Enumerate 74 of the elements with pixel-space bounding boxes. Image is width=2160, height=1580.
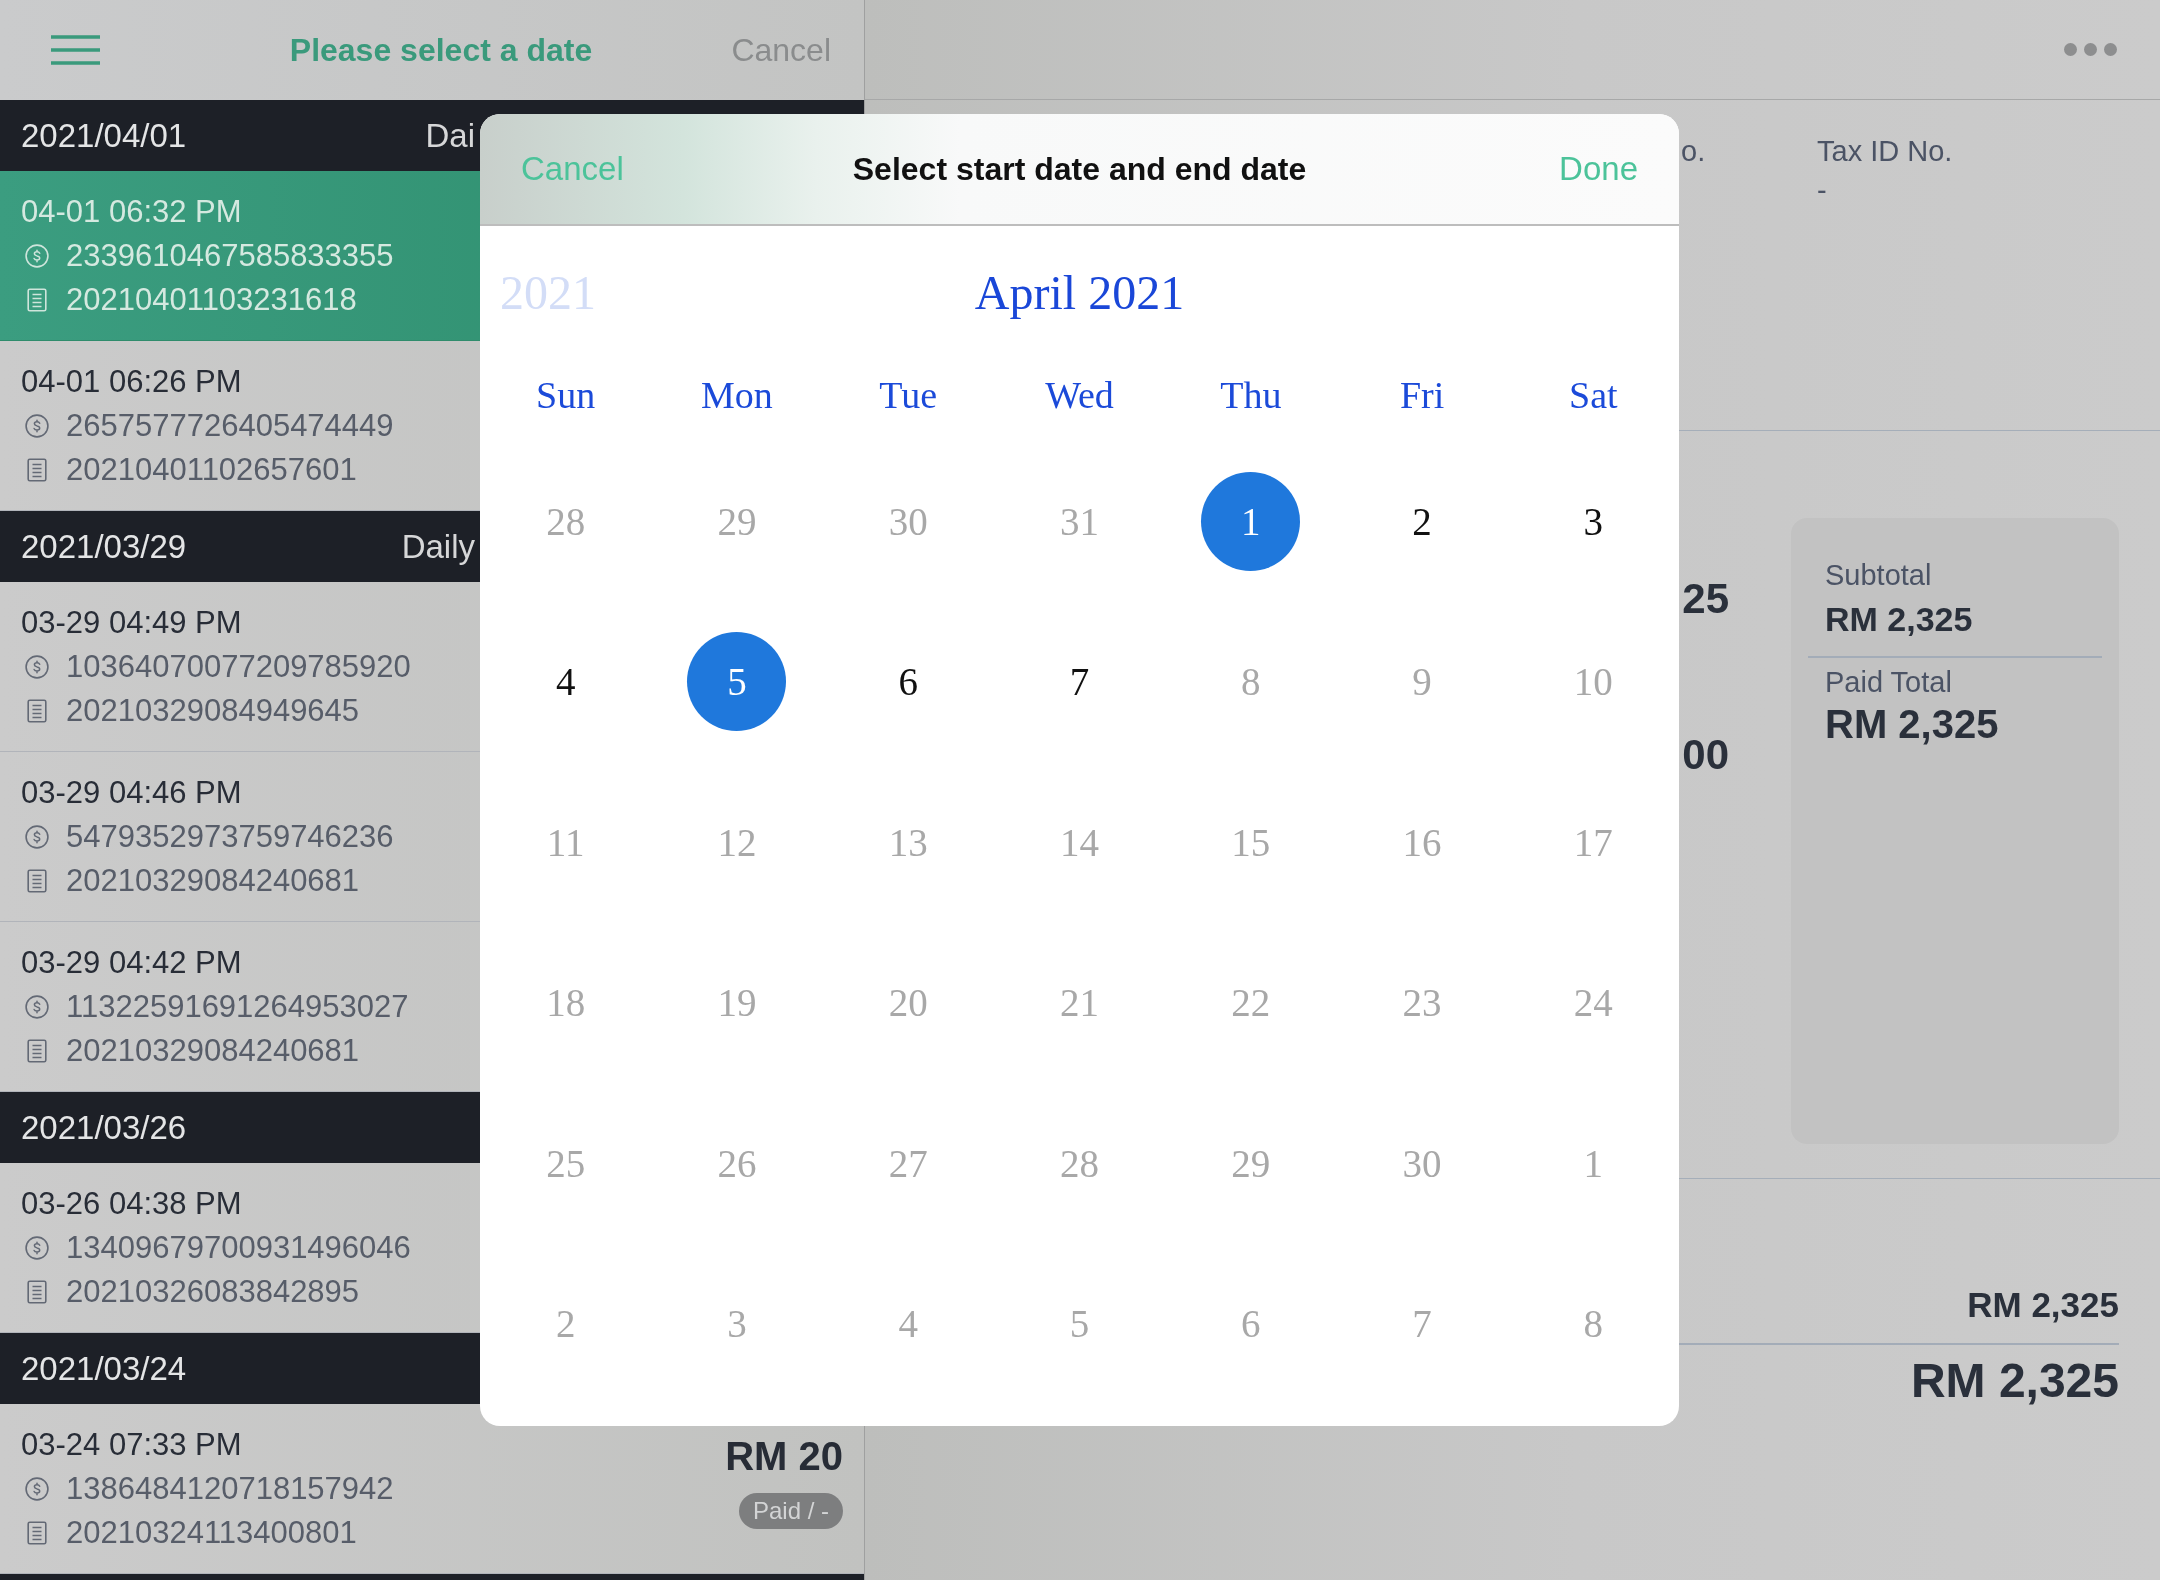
order-number: 20210401103231618 (66, 282, 357, 318)
field-label: o. (1681, 134, 1707, 169)
weekday-label: Thu (1220, 373, 1282, 417)
section-date: 2021/03/26 (21, 1108, 187, 1147)
dollar-circle-icon (24, 655, 49, 679)
subtotal-label: Subtotal (1825, 558, 1933, 593)
grand-total: RM 2,325 (1910, 1353, 2119, 1409)
transaction-time: 03-29 04:49 PM (21, 605, 242, 641)
more-icon[interactable] (2064, 43, 2117, 56)
calendar-day[interactable]: 1 (1201, 471, 1301, 571)
dollar-circle-icon (24, 414, 49, 438)
payment-id: 11322591691264953027 (66, 989, 409, 1025)
weekday-label: Wed (1045, 373, 1114, 417)
order-number: 20210329084949645 (66, 693, 360, 729)
document-icon (26, 458, 47, 482)
payment-id: 13409679700931496046 (66, 1230, 411, 1266)
order-number: 20210324113400801 (66, 1515, 357, 1551)
amount-text: 25 (1682, 574, 1729, 624)
weekday-label: Sat (1569, 373, 1618, 417)
subtotal-value: RM 2,325 (1825, 599, 1974, 640)
paid-total-value: RM 2,325 (1825, 701, 2000, 748)
weekday-label: Sun (536, 373, 596, 417)
section-label: Dai (425, 116, 475, 155)
transaction-time: 03-29 04:46 PM (21, 775, 242, 811)
order-number: 20210329084240681 (66, 863, 360, 899)
calendar-day[interactable]: 7 (1030, 632, 1129, 732)
transaction-time: 04-01 06:32 PM (21, 194, 242, 230)
document-icon (26, 1521, 47, 1545)
payment-id: 2339610467585833355 (66, 238, 394, 274)
calendar-day[interactable]: 2 (1372, 471, 1472, 571)
transaction-time: 04-01 06:26 PM (21, 364, 242, 400)
dollar-circle-icon (24, 1236, 49, 1260)
document-icon (26, 699, 47, 723)
total-amount: RM 2,325 (1967, 1284, 2119, 1326)
calendar-day[interactable]: 5 (687, 632, 787, 732)
transaction-time: 03-29 04:42 PM (21, 945, 242, 981)
weekday-label: Fri (1399, 373, 1445, 417)
section-date: 2021/03/29 (21, 527, 187, 566)
weekday-label: Tue (879, 373, 938, 417)
order-number: 20210326083842895 (66, 1274, 360, 1310)
transaction-row[interactable]: 03-24 07:33 PM 1386484120718157942 20210324113400801 RM 20 Paid / - (0, 1404, 864, 1574)
document-icon (26, 1039, 47, 1063)
order-number: 20210329084240681 (66, 1033, 360, 1069)
done-button[interactable]: Done (1559, 150, 1638, 188)
section-date: 2021/04/01 (21, 116, 187, 155)
header-title: Please select a date (289, 31, 593, 69)
transaction-time: 03-26 04:38 PM (21, 1186, 242, 1222)
month-title: April 2021 (974, 264, 1185, 320)
menu-icon[interactable] (51, 35, 100, 65)
calendar-day[interactable]: 4 (516, 632, 616, 732)
paid-total-label: Paid Total (1825, 665, 1953, 700)
amount-text: 00 (1682, 730, 1729, 780)
weekday-label: Mon (701, 373, 773, 417)
dollar-circle-icon (24, 244, 49, 268)
payment-id: 10364070077209785920 (66, 649, 411, 685)
document-icon (26, 869, 47, 893)
cancel-button[interactable]: Cancel (731, 31, 831, 69)
dollar-circle-icon (24, 1477, 49, 1501)
transaction-amount: RM 20 (725, 1434, 843, 1479)
document-icon (26, 288, 47, 312)
calendar-day[interactable]: 3 (1543, 471, 1643, 571)
dollar-circle-icon (24, 825, 49, 849)
status-badge: Paid / - (738, 1493, 843, 1529)
payment-id: 1386484120718157942 (66, 1471, 394, 1507)
transaction-time: 03-24 07:33 PM (21, 1427, 242, 1463)
section-label: Daily (401, 527, 475, 566)
field-label: Tax ID No. (1817, 134, 1953, 169)
field-value: - (1817, 173, 1828, 208)
payment-id: 2657577726405474449 (66, 408, 394, 444)
dollar-circle-icon (24, 995, 49, 1019)
payment-id: 5479352973759746236 (66, 819, 394, 855)
order-number: 20210401102657601 (66, 452, 357, 488)
document-icon (26, 1280, 47, 1304)
section-date: 2021/03/24 (21, 1349, 187, 1388)
